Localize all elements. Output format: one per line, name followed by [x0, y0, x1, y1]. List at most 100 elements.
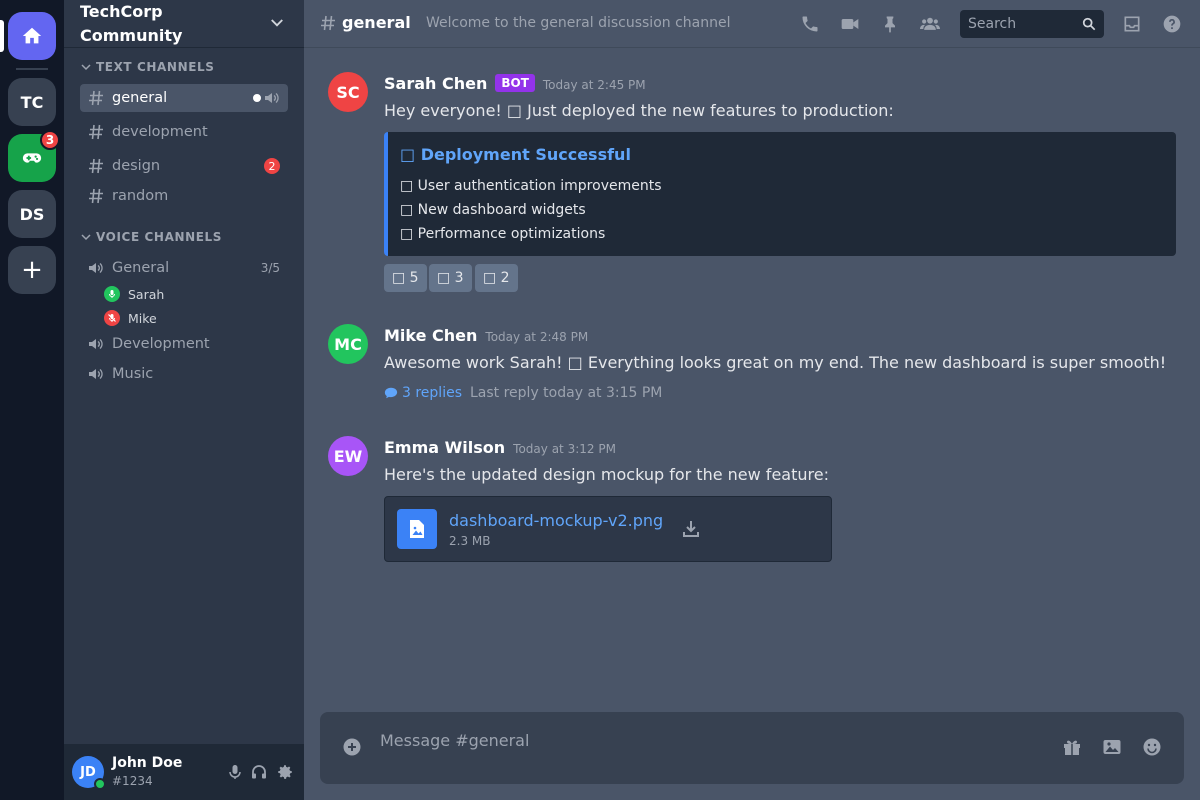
reaction-button[interactable]: □ 2 — [475, 264, 518, 292]
channel-label: Music — [112, 366, 154, 382]
file-size: 2.3 MB — [449, 534, 491, 548]
category-label: VOICE CHANNELS — [96, 230, 223, 244]
chevron-down-icon — [81, 64, 91, 71]
guild-name-line1: TechCorp — [80, 2, 163, 21]
channel-random[interactable]: random — [80, 182, 288, 210]
channel-title: general — [342, 13, 411, 32]
gift-icon[interactable] — [1062, 737, 1082, 757]
channel-design[interactable]: design 2 — [80, 152, 288, 180]
channel-sidebar: TechCorp Community TEXT CHANNELS general… — [64, 0, 304, 800]
channel-development[interactable]: development — [80, 118, 288, 146]
avatar[interactable]: SC — [328, 72, 368, 112]
message-header: Sarah Chen BOT Today at 2:45 PM — [384, 74, 646, 94]
voice-channel-development[interactable]: Development — [80, 330, 288, 358]
guild-name: TechCorp Community — [80, 0, 250, 48]
video-camera-icon[interactable] — [840, 14, 860, 34]
mic-muted-icon — [104, 310, 120, 326]
message-text: Here's the updated design mockup for the… — [384, 465, 829, 484]
headphones-icon[interactable] — [250, 763, 268, 781]
hash-icon — [89, 188, 103, 204]
server-gaming[interactable]: 3 — [8, 130, 60, 182]
server-tc[interactable]: TC — [8, 78, 56, 126]
channel-topic: Welcome to the general discussion channe… — [426, 15, 731, 31]
speaker-icon — [89, 339, 103, 349]
home-button[interactable] — [8, 12, 56, 60]
phone-icon[interactable] — [800, 14, 820, 34]
search-box[interactable] — [960, 10, 1104, 38]
inbox-icon[interactable] — [1122, 14, 1142, 34]
channel-label: Development — [112, 336, 210, 352]
embed-line: □ Performance optimizations — [400, 226, 606, 242]
message-timestamp: Today at 3:12 PM — [513, 442, 616, 456]
thread-last-reply: Last reply today at 3:15 PM — [470, 385, 663, 401]
microphone-icon[interactable] — [226, 763, 244, 781]
avatar[interactable]: EW — [328, 436, 368, 476]
voice-user-name: Mike — [128, 310, 157, 326]
message-author[interactable]: Emma Wilson — [384, 438, 505, 457]
unread-badge: 2 — [264, 158, 280, 174]
category-text-channels[interactable]: TEXT CHANNELS — [80, 60, 215, 74]
message-embed: □ Deployment Successful □ User authentic… — [384, 132, 1176, 256]
voice-user-mike[interactable]: Mike — [104, 308, 157, 328]
download-icon[interactable] — [681, 519, 701, 539]
chat-bubble-icon — [384, 387, 398, 399]
reaction-button[interactable]: □ 3 — [429, 264, 472, 292]
server-rail: TC 3 DS + — [0, 0, 64, 800]
hash-icon — [89, 90, 103, 106]
channel-label: General — [112, 260, 170, 276]
gamepad-icon — [22, 153, 42, 163]
emoji-icon[interactable] — [1142, 737, 1162, 757]
message-author[interactable]: Mike Chen — [384, 326, 477, 345]
pin-icon[interactable] — [880, 14, 900, 34]
channel-general[interactable]: general — [80, 84, 288, 112]
message-input[interactable] — [380, 728, 1060, 752]
server-ds[interactable]: DS — [8, 190, 56, 238]
message-timestamp: Today at 2:48 PM — [485, 330, 589, 344]
voice-user-sarah[interactable]: Sarah — [104, 284, 164, 304]
message-header: Emma Wilson Today at 3:12 PM — [384, 438, 616, 457]
server-label: TC — [20, 92, 44, 112]
file-attachment: dashboard-mockup-v2.png 2.3 MB — [384, 496, 832, 562]
voice-channel-music[interactable]: Music — [80, 360, 288, 388]
thread-summary: 3 replies Last reply today at 3:15 PM — [384, 385, 662, 401]
category-voice-channels[interactable]: VOICE CHANNELS — [80, 230, 222, 244]
active-server-indicator — [0, 20, 4, 52]
thread-replies-label: 3 replies — [402, 385, 462, 401]
search-input[interactable] — [960, 10, 1080, 38]
add-attachment-icon[interactable] — [342, 737, 362, 757]
channel-label: random — [112, 188, 169, 204]
avatar[interactable]: MC — [328, 324, 368, 364]
chevron-down-icon — [271, 19, 283, 27]
speaker-icon — [89, 369, 103, 379]
embed-title: □ Deployment Successful — [400, 145, 631, 164]
user-panel: JD John Doe #1234 — [64, 744, 304, 800]
guild-name-line2: Community — [80, 26, 183, 45]
user-tag: #1234 — [112, 774, 153, 788]
hash-icon — [321, 15, 335, 31]
message-author[interactable]: Sarah Chen — [384, 74, 487, 93]
file-name-link[interactable]: dashboard-mockup-v2.png — [449, 511, 663, 530]
help-icon[interactable] — [1162, 14, 1182, 34]
embed-line: □ User authentication improvements — [400, 178, 662, 194]
speaker-icon — [89, 263, 103, 273]
embed-line: □ New dashboard widgets — [400, 202, 586, 218]
members-icon[interactable] — [920, 14, 940, 34]
guild-header[interactable]: TechCorp Community — [64, 0, 304, 48]
user-name: John Doe — [112, 755, 183, 771]
gear-icon[interactable] — [276, 763, 294, 781]
category-label: TEXT CHANNELS — [96, 60, 215, 74]
image-icon[interactable] — [1102, 737, 1122, 757]
voice-channel-general[interactable]: General 3/5 — [80, 254, 288, 282]
server-label: DS — [19, 204, 45, 224]
reaction-button[interactable]: □ 5 — [384, 264, 427, 292]
voice-user-count: 3/5 — [260, 261, 280, 275]
message-header: Mike Chen Today at 2:48 PM — [384, 326, 588, 345]
message-text: Hey everyone! □ Just deployed the new fe… — [384, 101, 894, 120]
rail-divider — [16, 68, 48, 70]
thread-replies-link[interactable]: 3 replies — [384, 385, 462, 401]
home-icon — [22, 27, 42, 44]
add-server-button[interactable]: + — [8, 246, 56, 294]
message-composer — [320, 712, 1184, 784]
channel-label: development — [112, 124, 208, 140]
mic-icon — [104, 286, 120, 302]
